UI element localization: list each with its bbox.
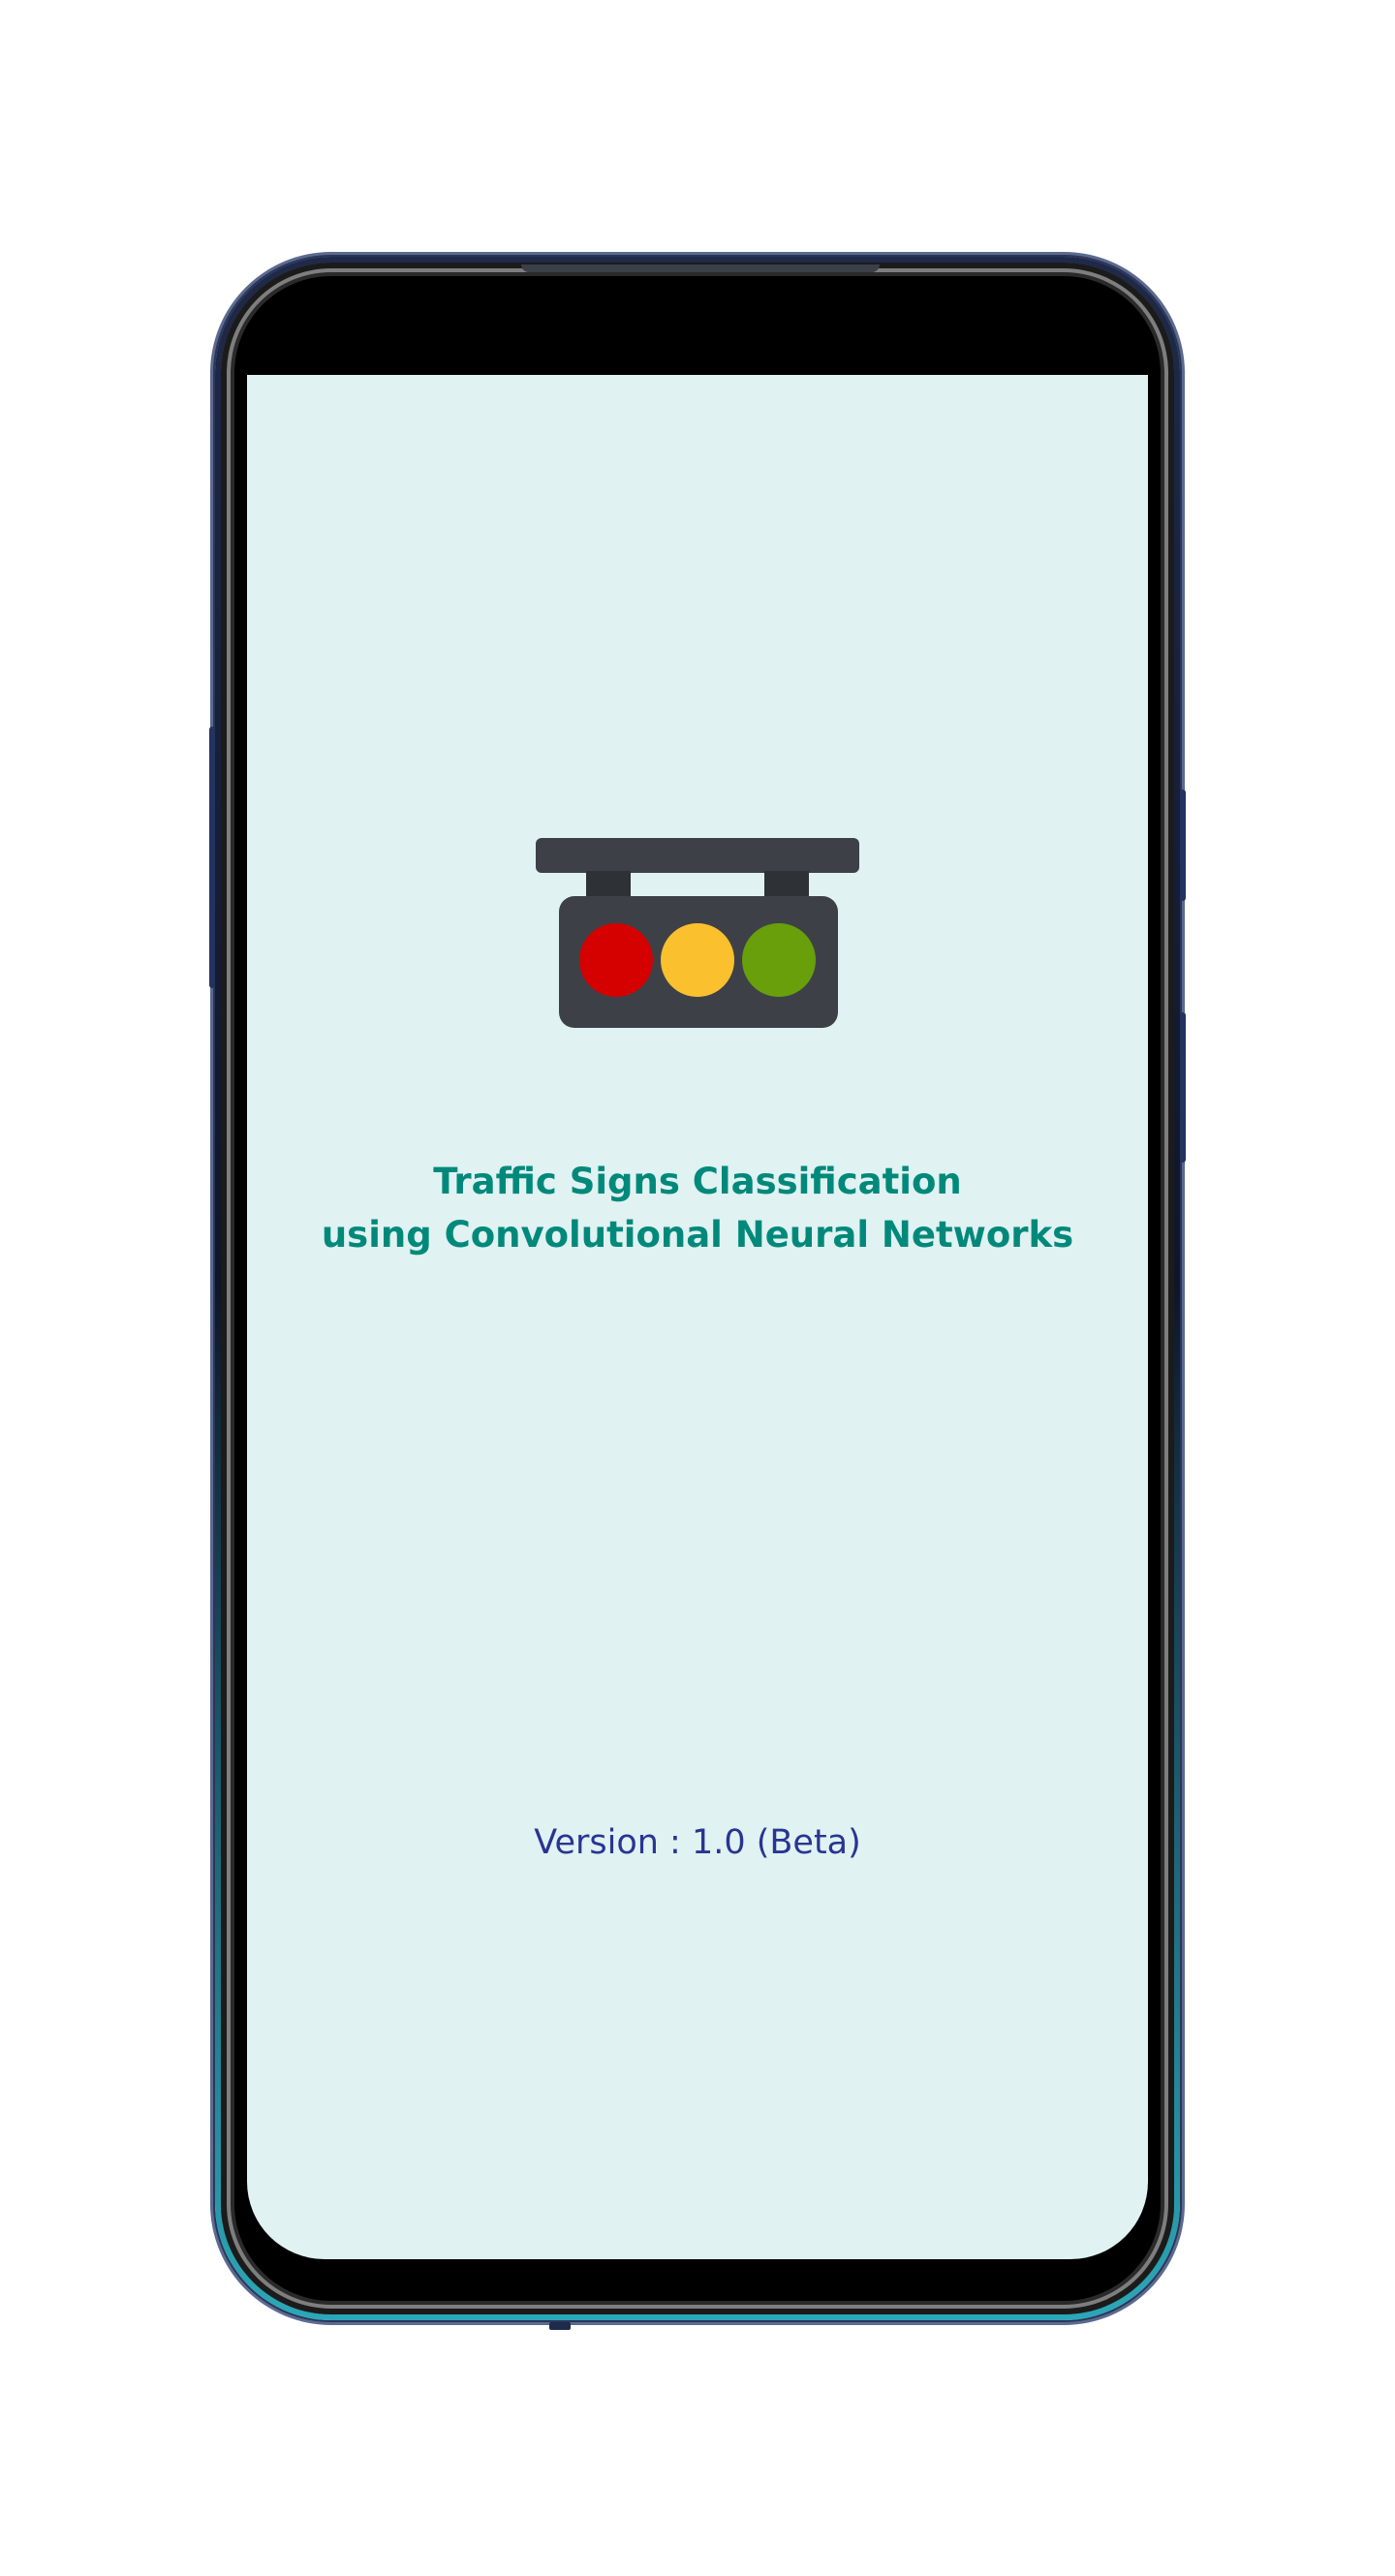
earpiece-speaker [521, 264, 880, 272]
splash-screen: Traffic Signs Classification using Convo… [247, 375, 1148, 2259]
red-light [579, 923, 653, 997]
app-title-line1: Traffic Signs Classification [433, 1161, 962, 1202]
traffic-light-post-left [586, 871, 631, 898]
traffic-light-bar [536, 838, 859, 873]
app-title: Traffic Signs Classification using Convo… [247, 1155, 1148, 1261]
traffic-light-post-right [764, 871, 809, 898]
page: Traffic Signs Classification using Convo… [0, 0, 1395, 2576]
green-light [742, 923, 816, 997]
volume-button [209, 727, 215, 988]
traffic-light-icon [536, 838, 859, 1028]
app-title-line2: using Convolutional Neural Networks [321, 1214, 1074, 1256]
version-label: Version : 1.0 (Beta) [534, 1823, 861, 1862]
side-button [1180, 1012, 1186, 1163]
yellow-light [661, 923, 734, 997]
charging-port [549, 2322, 571, 2330]
power-button [1180, 790, 1186, 901]
